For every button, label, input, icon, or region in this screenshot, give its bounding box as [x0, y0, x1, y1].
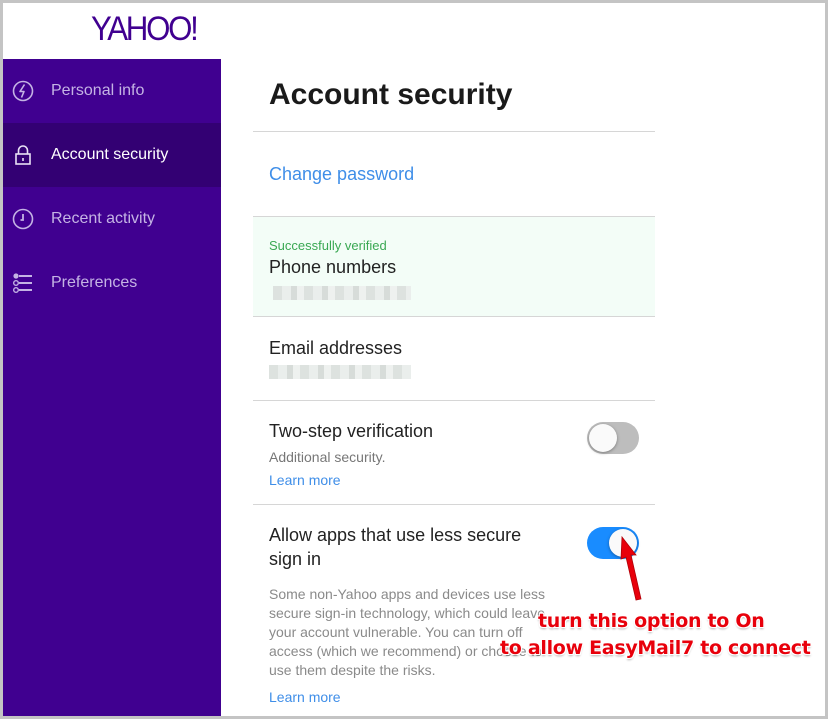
phone-numbers-section[interactable]: Successfully verified Phone numbers [253, 216, 655, 316]
verified-status: Successfully verified [269, 238, 387, 253]
email-address-redacted [269, 365, 411, 379]
sidebar-item-account-security[interactable]: Account security [3, 123, 221, 187]
less-secure-description: Some non-Yahoo apps and devices use less… [269, 586, 546, 678]
less-secure-title-line1: Allow apps that use less secure [269, 525, 522, 545]
sidebar: Personal info Account security Recent ac… [3, 59, 221, 716]
sidebar-item-label: Account security [51, 146, 169, 163]
sidebar-item-label: Personal info [51, 82, 145, 99]
two-step-toggle[interactable] [587, 422, 639, 454]
page-title: Account security [269, 78, 513, 111]
clock-icon [11, 207, 35, 231]
sidebar-item-preferences[interactable]: Preferences [3, 251, 221, 315]
sidebar-item-personal-info[interactable]: Personal info [3, 59, 221, 123]
annotation-line2: to allow EasyMail7 to connect [500, 637, 811, 659]
two-step-verification-section: Two-step verification Additional securit… [253, 400, 655, 504]
red-arrow-icon [620, 535, 642, 601]
email-addresses-title: Email addresses [269, 338, 403, 358]
header: YAHOO! [3, 3, 221, 59]
toggle-knob [589, 424, 617, 452]
less-secure-learn-more-link[interactable]: Learn more [269, 689, 341, 705]
sidebar-item-recent-activity[interactable]: Recent activity [3, 187, 221, 251]
yahoo-logo[interactable]: YAHOO! [91, 10, 199, 49]
change-password-link[interactable]: Change password [269, 164, 414, 185]
email-addresses-section[interactable]: Email addresses [253, 316, 655, 400]
sliders-list-icon [11, 271, 35, 295]
sidebar-item-label: Preferences [51, 274, 138, 291]
change-password-section: Change password [253, 131, 655, 216]
two-step-learn-more-link[interactable]: Learn more [269, 472, 341, 488]
lightning-circle-icon [11, 79, 35, 103]
two-step-title: Two-step verification [269, 421, 434, 441]
two-step-subtitle: Additional security. [269, 449, 386, 465]
less-secure-title-line2: sign in [269, 549, 322, 569]
phone-numbers-title: Phone numbers [269, 257, 397, 277]
annotation-line1: turn this option to On [538, 610, 765, 632]
sidebar-item-label: Recent activity [51, 210, 156, 227]
app-window: YAHOO! Personal info Account security Re… [3, 3, 825, 716]
lock-icon [11, 143, 35, 167]
phone-number-redacted [273, 286, 411, 300]
